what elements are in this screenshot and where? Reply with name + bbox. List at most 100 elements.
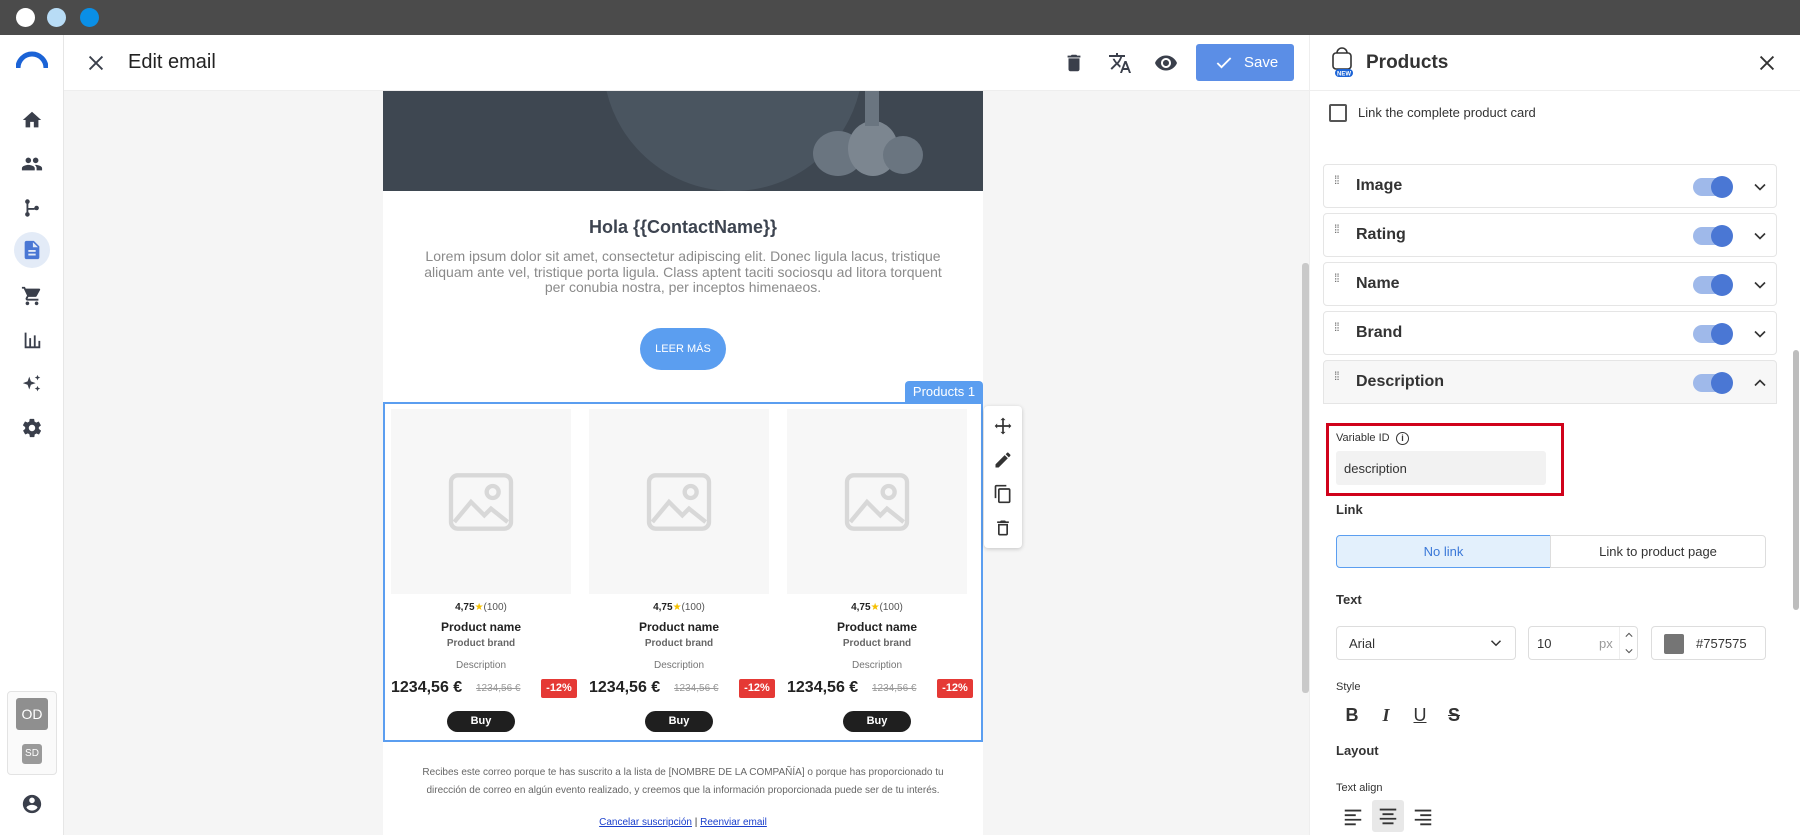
font-size-unit: px bbox=[1599, 636, 1613, 651]
strikethrough-button[interactable]: S bbox=[1440, 701, 1468, 729]
section-description[interactable]: ⁞⁞ Description bbox=[1323, 360, 1777, 404]
avatar-secondary[interactable]: SD bbox=[22, 744, 42, 764]
chevron-down-icon[interactable] bbox=[1750, 324, 1770, 344]
edit-block-button[interactable] bbox=[989, 446, 1017, 474]
reports-icon[interactable] bbox=[17, 325, 47, 355]
panel-scrollbar[interactable] bbox=[1793, 350, 1799, 610]
product-image-placeholder bbox=[787, 409, 967, 594]
delete-block-button[interactable] bbox=[989, 514, 1017, 542]
align-left-button[interactable] bbox=[1338, 802, 1368, 832]
email-preview: Hola {{ContactName}} Lorem ipsum dolor s… bbox=[383, 91, 983, 835]
discount-badge: -12% bbox=[937, 679, 973, 698]
text-label: Text bbox=[1336, 592, 1362, 607]
email-icon[interactable] bbox=[14, 232, 50, 268]
chevron-up-icon[interactable] bbox=[1750, 373, 1770, 393]
home-icon[interactable] bbox=[17, 105, 47, 135]
stepper-down-icon[interactable] bbox=[1625, 647, 1633, 655]
save-label: Save bbox=[1244, 54, 1279, 71]
delete-button[interactable] bbox=[1060, 49, 1088, 77]
chevron-down-icon[interactable] bbox=[1750, 226, 1770, 246]
align-center-button[interactable] bbox=[1372, 800, 1404, 832]
window-minimize-dot[interactable] bbox=[47, 8, 66, 27]
drag-handle-icon[interactable]: ⁞⁞ bbox=[1334, 370, 1340, 390]
info-icon[interactable]: i bbox=[1396, 432, 1409, 445]
underline-button[interactable]: U bbox=[1406, 701, 1434, 729]
avatar[interactable]: OD bbox=[16, 698, 48, 730]
chevron-down-icon[interactable] bbox=[1750, 177, 1770, 197]
font-size-input[interactable]: 10 px bbox=[1528, 626, 1638, 660]
section-toggle[interactable] bbox=[1693, 176, 1733, 198]
user-account-icon[interactable] bbox=[17, 789, 47, 819]
chevron-down-icon[interactable] bbox=[1750, 275, 1770, 295]
new-badge: NEW bbox=[1337, 72, 1351, 78]
email-body-text[interactable]: Lorem ipsum dolor sit amet, consectetur … bbox=[421, 248, 945, 296]
ai-sparkle-icon[interactable] bbox=[17, 369, 47, 399]
image-placeholder-icon bbox=[448, 472, 514, 531]
link-option-no-link[interactable]: No link bbox=[1336, 535, 1551, 568]
bold-button[interactable]: B bbox=[1338, 701, 1366, 729]
section-rating[interactable]: ⁞⁞ Rating bbox=[1323, 213, 1777, 257]
buy-button[interactable]: Buy bbox=[843, 711, 911, 732]
save-button[interactable]: Save bbox=[1196, 44, 1294, 81]
section-toggle[interactable] bbox=[1693, 372, 1733, 394]
discount-badge: -12% bbox=[739, 679, 775, 698]
brand-logo[interactable] bbox=[15, 50, 49, 70]
font-size-stepper[interactable] bbox=[1619, 627, 1638, 659]
close-icon bbox=[88, 55, 104, 71]
section-toggle[interactable] bbox=[1693, 274, 1733, 296]
variable-id-input[interactable]: description bbox=[1336, 451, 1546, 485]
email-greeting[interactable]: Hola {{ContactName}} bbox=[383, 217, 983, 238]
unsubscribe-link[interactable]: Cancelar suscripción bbox=[599, 817, 692, 828]
section-toggle[interactable] bbox=[1693, 225, 1733, 247]
window-close-dot[interactable] bbox=[16, 8, 35, 27]
drag-handle-icon[interactable]: ⁞⁞ bbox=[1334, 174, 1340, 194]
products-new-icon: NEW bbox=[1325, 47, 1359, 79]
close-editor-button[interactable] bbox=[82, 49, 110, 77]
color-swatch[interactable] bbox=[1664, 634, 1684, 654]
copy-icon bbox=[994, 484, 1011, 504]
drag-handle-icon[interactable]: ⁞⁞ bbox=[1334, 321, 1340, 341]
stepper-up-icon[interactable] bbox=[1625, 631, 1633, 639]
product-price: 1234,56 € bbox=[787, 679, 859, 696]
font-select[interactable]: Arial bbox=[1336, 626, 1516, 660]
buy-button[interactable]: Buy bbox=[447, 711, 515, 732]
section-brand[interactable]: ⁞⁞ Brand bbox=[1323, 311, 1777, 355]
move-block-button[interactable] bbox=[989, 412, 1017, 440]
chevron-down-icon bbox=[1490, 640, 1502, 647]
align-center-icon bbox=[1379, 808, 1397, 825]
hero-image[interactable] bbox=[383, 91, 983, 191]
color-picker[interactable]: #757575 bbox=[1651, 626, 1766, 660]
buy-button[interactable]: Buy bbox=[645, 711, 713, 732]
align-right-button[interactable] bbox=[1408, 802, 1438, 832]
link-option-product-page[interactable]: Link to product page bbox=[1550, 535, 1766, 568]
close-panel-button[interactable] bbox=[1753, 49, 1781, 77]
product-description: Description bbox=[653, 660, 705, 671]
section-image[interactable]: ⁞⁞ Image bbox=[1323, 164, 1777, 208]
block-tag[interactable]: Products 1 bbox=[905, 381, 983, 403]
duplicate-block-button[interactable] bbox=[989, 480, 1017, 508]
settings-icon[interactable] bbox=[17, 413, 47, 443]
window-maximize-dot[interactable] bbox=[80, 8, 99, 27]
product-rating: 4,75 bbox=[455, 602, 475, 613]
resend-link[interactable]: Reenviar email bbox=[700, 817, 767, 828]
align-right-icon bbox=[1414, 809, 1432, 826]
product-reviews: (100) bbox=[879, 602, 903, 613]
cta-button[interactable]: LEER MÁS bbox=[640, 328, 726, 370]
contacts-icon[interactable] bbox=[17, 149, 47, 179]
section-toggle[interactable] bbox=[1693, 323, 1733, 345]
drag-handle-icon[interactable]: ⁞⁞ bbox=[1334, 272, 1340, 292]
product-reviews: (100) bbox=[681, 602, 705, 613]
flows-icon[interactable] bbox=[17, 193, 47, 223]
section-name[interactable]: ⁞⁞ Name bbox=[1323, 262, 1777, 306]
link-card-checkbox[interactable] bbox=[1329, 104, 1347, 122]
preview-button[interactable] bbox=[1152, 49, 1180, 77]
canvas-scrollbar[interactable] bbox=[1302, 263, 1309, 693]
drag-handle-icon[interactable]: ⁞⁞ bbox=[1334, 223, 1340, 243]
translate-button[interactable] bbox=[1106, 49, 1134, 77]
left-navigation: OD SD bbox=[0, 35, 64, 835]
italic-button[interactable]: I bbox=[1372, 701, 1400, 729]
panel-title: Products bbox=[1366, 52, 1449, 73]
translate-icon bbox=[1109, 53, 1131, 73]
product-price: 1234,56 € bbox=[391, 679, 463, 696]
cart-icon[interactable] bbox=[17, 281, 47, 311]
